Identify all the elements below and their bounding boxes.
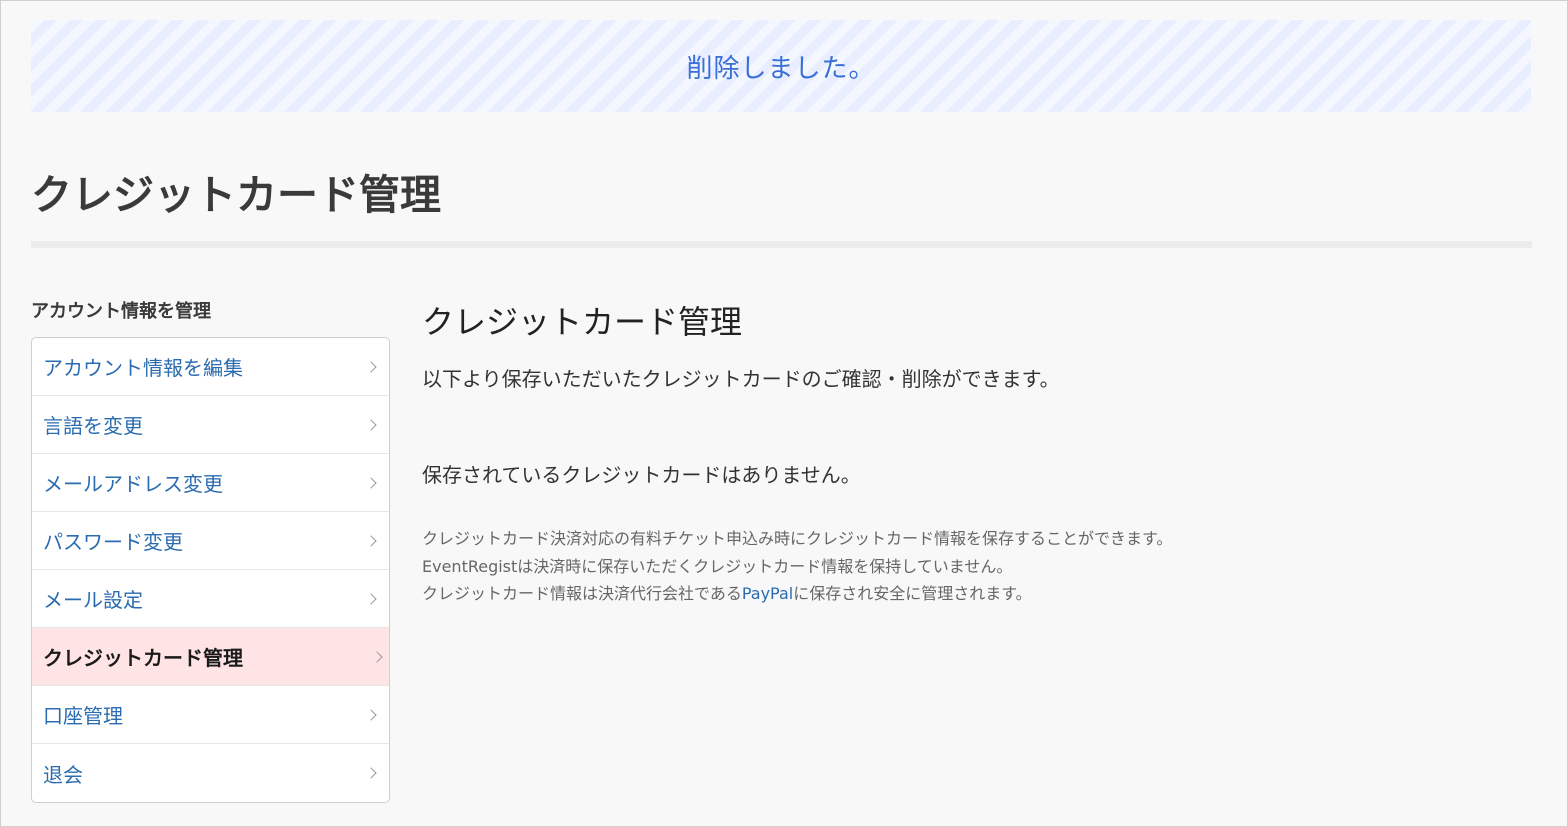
chevron-right-icon — [365, 476, 377, 489]
sidebar-heading: アカウント情報を管理 — [31, 301, 211, 322]
chevron-right-icon — [365, 767, 377, 779]
chevron-right-icon — [365, 708, 377, 721]
chevron-right-icon — [371, 650, 383, 663]
flash-message-text: 削除しました。 — [686, 53, 876, 84]
sidebar-item-label: 退会 — [43, 762, 83, 787]
sidebar-item-edit-account[interactable]: アカウント情報を編集 — [32, 338, 389, 396]
sidebar-item-change-language[interactable]: 言語を変更 — [32, 396, 389, 454]
page-title: クレジットカード管理 — [31, 171, 441, 219]
empty-state-message: 保存されているクレジットカードはありません。 — [422, 463, 861, 487]
page-frame: 削除しました。 クレジットカード管理 アカウント情報を管理 アカウント情報を編集… — [0, 0, 1568, 827]
sidebar-item-mail-settings[interactable]: メール設定 — [32, 570, 389, 628]
info-notes: クレジットカード決済対応の有料チケット申込み時にクレジットカード情報を保存するこ… — [422, 525, 1172, 608]
note-line: クレジットカード情報は決済代行会社であるPayPalに保存され安全に管理されます… — [422, 580, 1172, 608]
sidebar-item-label: 言語を変更 — [43, 414, 143, 438]
sidebar-item-label: クレジットカード管理 — [43, 646, 243, 670]
chevron-right-icon — [365, 360, 377, 373]
content-description: 以下より保存いただいたクレジットカードのご確認・削除ができます。 — [422, 367, 1060, 391]
sidebar-item-bank-account[interactable]: 口座管理 — [32, 686, 389, 744]
content-title: クレジットカード管理 — [422, 303, 743, 341]
title-divider — [31, 241, 1532, 248]
sidebar-item-label: アカウント情報を編集 — [43, 356, 243, 380]
chevron-right-icon — [365, 418, 377, 431]
sidebar-item-change-email[interactable]: メールアドレス変更 — [32, 454, 389, 512]
chevron-right-icon — [365, 534, 377, 547]
note-line: クレジットカード決済対応の有料チケット申込み時にクレジットカード情報を保存するこ… — [422, 529, 1173, 548]
sidebar-item-label: 口座管理 — [43, 704, 123, 728]
sidebar-item-credit-card[interactable]: クレジットカード管理 — [32, 628, 389, 686]
sidebar-item-label: メールアドレス変更 — [43, 472, 223, 496]
sidebar-item-label: メール設定 — [43, 588, 143, 612]
flash-message-banner: 削除しました。 — [31, 20, 1531, 112]
note-line: EventRegistは決済時に保存いただくクレジットカード情報を保持していませ… — [422, 556, 1013, 576]
note-text: に保存され安全に管理されます。 — [793, 584, 1032, 603]
sidebar-item-label: パスワード変更 — [43, 530, 183, 554]
sidebar-item-withdraw[interactable]: 退会 — [32, 744, 389, 802]
chevron-right-icon — [365, 592, 377, 605]
sidebar-item-change-password[interactable]: パスワード変更 — [32, 512, 389, 570]
paypal-link[interactable]: PayPal — [742, 584, 793, 603]
note-text: クレジットカード情報は決済代行会社である — [422, 584, 742, 603]
sidebar-menu: アカウント情報を編集 言語を変更 メールアドレス変更 パスワード変更 メール設定… — [31, 337, 390, 803]
